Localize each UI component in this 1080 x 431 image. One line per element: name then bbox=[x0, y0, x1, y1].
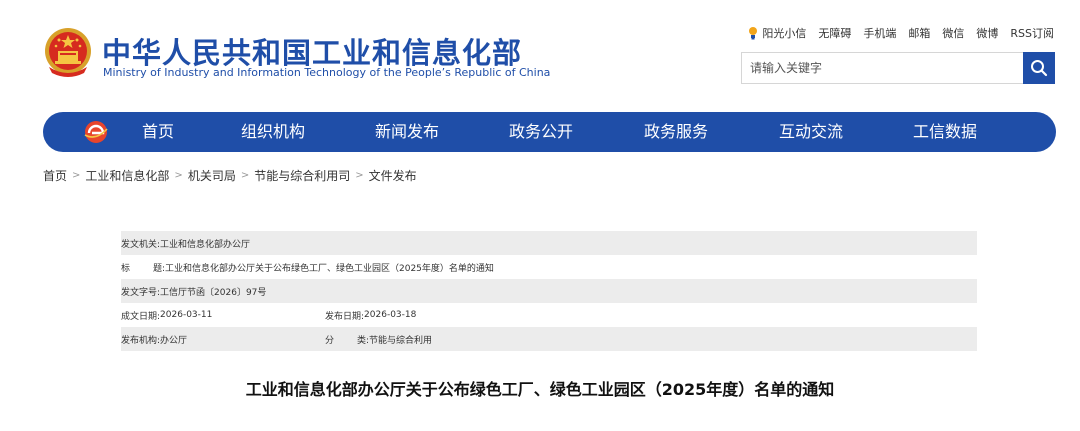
main-nav: 首页 组织机构 新闻发布 政务公开 政务服务 互动交流 工信数据 bbox=[43, 112, 1056, 152]
site-subtitle: Ministry of Industry and Information Tec… bbox=[103, 66, 551, 79]
created-date-value: 2026-03-11 bbox=[160, 310, 213, 320]
nav-item-organization[interactable]: 组织机构 bbox=[241, 112, 305, 152]
search-icon bbox=[1031, 60, 1048, 77]
info-row-agency: 发布机构: 办公厅 分 类: 节能与综合利用 bbox=[121, 327, 977, 351]
title-label: 标 题: bbox=[121, 261, 165, 274]
info-row-doc-number: 发文字号: 工信厅节函〔2026〕97号 bbox=[121, 279, 977, 303]
breadcrumb-separator: > bbox=[355, 170, 364, 181]
breadcrumb-file-release[interactable]: 文件发布 bbox=[369, 167, 417, 184]
agency-cell: 发布机构: 办公厅 bbox=[121, 333, 325, 346]
nav-item-interaction[interactable]: 互动交流 bbox=[779, 112, 843, 152]
title-label-part: 题: bbox=[152, 263, 165, 274]
breadcrumb-home[interactable]: 首页 bbox=[43, 167, 67, 184]
doc-number-value: 工信厅节函〔2026〕97号 bbox=[160, 287, 267, 298]
lightbulb-icon bbox=[749, 27, 758, 40]
category-cell: 分 类: 节能与综合利用 bbox=[325, 333, 432, 346]
category-label-part: 分 bbox=[325, 335, 335, 346]
breadcrumb-energy-department[interactable]: 节能与综合利用司 bbox=[254, 167, 350, 184]
published-date-label: 发布日期: bbox=[325, 311, 365, 322]
search-button[interactable] bbox=[1023, 52, 1055, 84]
nav-item-home[interactable]: 首页 bbox=[142, 112, 174, 152]
info-row-issuer: 发文机关: 工业和信息化部办公厅 bbox=[121, 231, 977, 255]
title-value: 工业和信息化部办公厅关于公布绿色工厂、绿色工业园区（2025年度）名单的通知 bbox=[165, 263, 494, 274]
site-header: 中华人民共和国工业和信息化部 Ministry of Industry and … bbox=[0, 0, 1080, 108]
top-links: 阳光小信 无障碍 手机端 邮箱 微信 微博 RSS订阅 bbox=[747, 25, 1054, 41]
issuer-value: 工业和信息化部办公厅 bbox=[160, 239, 251, 250]
breadcrumb: 首页 > 工业和信息化部 > 机关司局 > 节能与综合利用司 > 文件发布 bbox=[43, 167, 417, 184]
top-link-rss[interactable]: RSS订阅 bbox=[1010, 25, 1054, 41]
category-value: 节能与综合利用 bbox=[369, 335, 433, 346]
nav-item-government-affairs[interactable]: 政务公开 bbox=[509, 112, 573, 152]
breadcrumb-separator: > bbox=[72, 170, 81, 181]
nav-item-news[interactable]: 新闻发布 bbox=[375, 112, 439, 152]
top-link-weibo[interactable]: 微博 bbox=[976, 25, 998, 41]
created-date-cell: 成文日期: 2026-03-11 bbox=[121, 309, 325, 322]
top-link-wechat[interactable]: 微信 bbox=[942, 25, 964, 41]
info-row-title: 标 题: 工业和信息化部办公厅关于公布绿色工厂、绿色工业园区（2025年度）名单… bbox=[121, 255, 977, 279]
miit-logo-icon[interactable] bbox=[83, 119, 109, 145]
top-link-mobile[interactable]: 手机端 bbox=[863, 25, 896, 41]
published-date-value: 2026-03-18 bbox=[364, 310, 417, 320]
top-link-sunshine[interactable]: 阳光小信 bbox=[747, 25, 806, 41]
nav-item-services[interactable]: 政务服务 bbox=[644, 112, 708, 152]
category-label: 分 类: bbox=[325, 333, 369, 346]
info-row-dates: 成文日期: 2026-03-11 发布日期: 2026-03-18 bbox=[121, 303, 977, 327]
issuer-label: 发文机关: bbox=[121, 239, 161, 250]
article-title: 工业和信息化部办公厅关于公布绿色工厂、绿色工业园区（2025年度）名单的通知 bbox=[245, 380, 835, 399]
breadcrumb-departments[interactable]: 机关司局 bbox=[188, 167, 236, 184]
agency-label: 发布机构: bbox=[121, 335, 161, 346]
doc-number-label: 发文字号: bbox=[121, 287, 161, 298]
breadcrumb-ministry[interactable]: 工业和信息化部 bbox=[85, 167, 169, 184]
document-info-table: 发文机关: 工业和信息化部办公厅 标 题: 工业和信息化部办公厅关于公布绿色工厂… bbox=[121, 231, 977, 351]
national-emblem-icon[interactable] bbox=[43, 27, 93, 79]
top-link-mail[interactable]: 邮箱 bbox=[908, 25, 930, 41]
title-label-part: 标 bbox=[121, 263, 131, 274]
top-link-accessibility[interactable]: 无障碍 bbox=[818, 25, 851, 41]
nav-item-data[interactable]: 工信数据 bbox=[913, 112, 977, 152]
top-link-label: 阳光小信 bbox=[762, 27, 807, 40]
agency-value: 办公厅 bbox=[160, 335, 188, 346]
search-box bbox=[741, 52, 1055, 84]
created-date-label: 成文日期: bbox=[121, 311, 161, 322]
breadcrumb-separator: > bbox=[174, 170, 183, 181]
search-input[interactable] bbox=[742, 53, 1024, 83]
category-label-part: 类: bbox=[356, 335, 369, 346]
published-date-cell: 发布日期: 2026-03-18 bbox=[325, 309, 416, 322]
breadcrumb-separator: > bbox=[240, 170, 250, 181]
